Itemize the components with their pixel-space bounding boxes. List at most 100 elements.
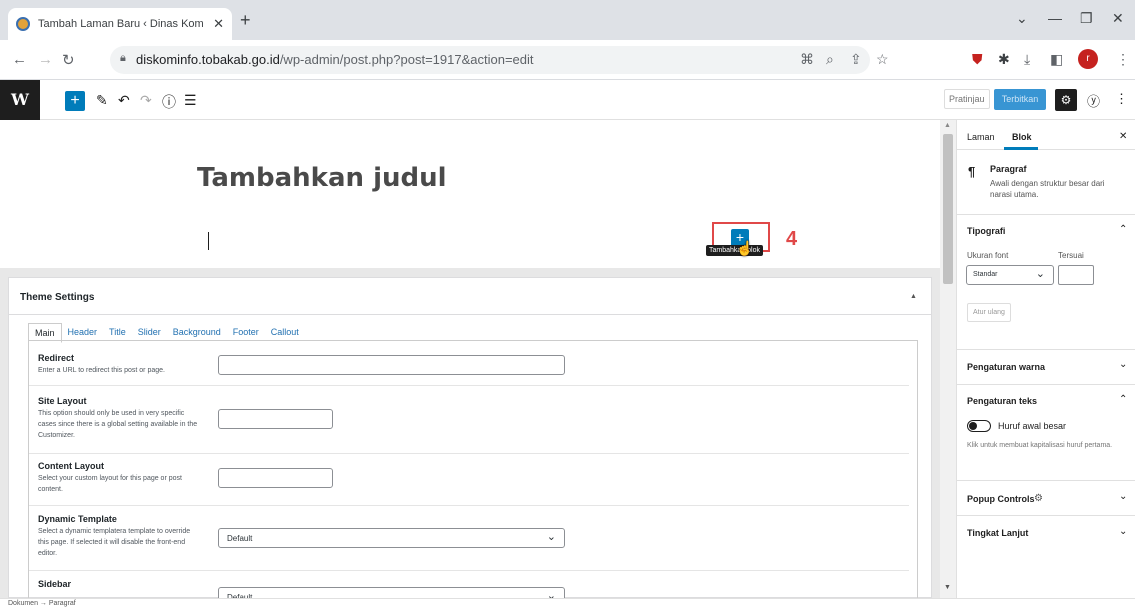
chevron-down-icon[interactable]: ⌄ [1119,526,1127,537]
content-layout-select[interactable] [218,468,333,488]
add-block-tooltip: Tambahkan blok [706,245,763,256]
font-size-select[interactable]: Standar [966,265,1054,285]
redirect-input[interactable] [218,355,565,375]
scroll-up-icon[interactable]: ▲ [944,122,951,129]
settings-gear-icon[interactable]: ⚙ [1055,89,1077,111]
tab-page[interactable]: Laman [967,132,995,142]
content-layout-label: Content Layout [38,461,104,471]
wordpress-logo-icon[interactable]: W [0,80,40,120]
redirect-label: Redirect [38,353,75,363]
bookmark-star-icon[interactable]: ☆ [876,51,889,68]
scrollbar-thumb[interactable] [943,134,953,284]
url-path: /wp-admin/post.php?post=1917&action=edit [279,52,534,67]
details-info-icon[interactable]: ⓘ [162,92,176,112]
setting-row-sidebar: Sidebar Default [29,571,909,598]
site-layout-label: Site Layout [38,396,87,406]
back-icon[interactable]: ← [12,51,27,68]
dynamic-template-select[interactable]: Default [218,528,565,548]
zoom-icon[interactable]: ⌕ [826,51,834,68]
font-size-label: Ukuran font [967,251,1009,260]
close-sidebar-icon[interactable]: ✕ [1119,131,1127,142]
drop-cap-label: Huruf awal besar [998,421,1067,431]
breadcrumb[interactable]: Dokumen → Paragraf [8,600,76,607]
divider [957,515,1135,516]
download-icon[interactable]: ⤓ [1024,51,1030,68]
site-favicon-icon [16,17,30,31]
setting-row-redirect: Redirect Enter a URL to redirect this po… [29,341,909,386]
forward-icon[interactable]: → [38,51,53,68]
tab-block[interactable]: Blok [1012,132,1032,142]
reset-button[interactable]: Atur ulang [967,303,1011,322]
divider [957,349,1135,350]
setting-row-site-layout: Site Layout This option should only be u… [29,386,909,454]
restore-icon[interactable]: ❐ [1080,10,1093,27]
text-settings-heading[interactable]: Pengaturan teks [967,396,1037,406]
undo-icon[interactable]: ↶ [118,92,130,109]
paragraph-icon: ¶ [968,164,976,179]
active-tab-indicator [1004,147,1038,150]
dynamic-template-label: Dynamic Template [38,514,117,524]
advanced-heading[interactable]: Tingkat Lanjut [967,528,1028,538]
redo-icon[interactable]: ↷ [140,92,152,109]
edit-tools-icon[interactable]: ✎ [96,92,108,109]
window-close-icon[interactable]: ✕ [1112,10,1124,27]
gears-icon: ⚙ [1034,493,1043,504]
site-layout-select[interactable] [218,409,333,429]
chevron-down-icon[interactable]: ⌄ [1119,491,1127,502]
url-host: diskominfo.tobakab.go.id [136,52,280,67]
collapse-arrow-icon[interactable]: ▲ [910,293,917,300]
lock-icon[interactable]: 🔒︎ [120,52,126,65]
publish-button[interactable]: Terbitkan [994,89,1046,110]
color-settings-heading[interactable]: Pengaturan warna [967,362,1045,372]
divider [957,384,1135,385]
browser-menu-icon[interactable]: ⋮ [1116,51,1130,68]
redirect-desc: Enter a URL to redirect this post or pag… [38,367,165,374]
setting-row-dynamic-template: Dynamic Template Select a dynamic templa… [29,506,909,571]
text-cursor [208,232,209,250]
extensions-puzzle-icon[interactable]: ✱ [998,51,1010,68]
theme-settings-header[interactable] [8,277,932,315]
divider [957,480,1135,481]
theme-settings-title: Theme Settings [20,292,95,303]
share-icon[interactable]: ⇪ [850,51,862,68]
list-view-icon[interactable]: ☰ [184,92,197,109]
content-layout-desc: Select your custom layout for this page … [38,475,182,493]
popup-controls-heading[interactable]: Popup Controls [967,494,1035,504]
chevron-up-icon[interactable]: ⌃ [1119,394,1127,405]
custom-font-size-input[interactable] [1058,265,1094,285]
step-number: 4 [786,228,798,250]
site-layout-desc: This option should only be used in very … [38,410,198,439]
options-menu-icon[interactable]: ⋮ [1115,91,1128,107]
preview-button[interactable]: Pratinjau [944,89,990,109]
minimize-icon[interactable]: — [1048,10,1062,26]
block-name: Paragraf [990,164,1027,174]
block-description: Awali dengan struktur besar dari narasi … [990,179,1105,199]
scroll-down-icon[interactable]: ▼ [944,584,951,591]
block-breadcrumb-bar [0,598,1135,612]
setting-row-content-layout: Content Layout Select your custom layout… [29,454,909,506]
profile-avatar[interactable]: r [1078,49,1098,69]
divider [957,214,1135,215]
toggle-knob [969,422,977,430]
side-panel-icon[interactable]: ◧ [1050,51,1063,68]
dynamic-template-desc: Select a dynamic templatera template to … [38,528,191,557]
hand-pointer-icon: ☝ [736,240,754,256]
yoast-seo-icon[interactable]: ⓨ [1087,91,1100,110]
translate-icon[interactable]: ⌘ [800,51,814,68]
tab-title: Tambah Laman Baru ‹ Dinas Kom [38,18,204,30]
chevron-down-icon[interactable]: ⌄ [1119,359,1127,370]
typography-heading[interactable]: Tipografi [967,226,1005,236]
reload-icon[interactable]: ↻ [62,51,75,69]
chevron-up-icon[interactable]: ⌃ [1119,224,1127,235]
sidebar-setting-label: Sidebar [38,579,72,589]
browser-tab[interactable]: Tambah Laman Baru ‹ Dinas Kom ✕ [8,8,232,40]
tab-close-icon[interactable]: ✕ [213,16,224,32]
sidebar-setting-select[interactable]: Default [218,587,565,598]
block-inserter-button[interactable]: + [65,91,85,111]
new-tab-button[interactable]: + [240,11,251,29]
url-text: diskominfo.tobakab.go.id/wp-admin/post.p… [136,52,534,67]
drop-cap-help: Klik untuk membuat kapitalisasi huruf pe… [967,442,1113,449]
tab-search-icon[interactable]: ⌄ [1016,10,1028,27]
post-title-placeholder[interactable]: Tambahkan judul [197,163,447,193]
ublock-extension-icon[interactable]: ⛊ [972,51,983,68]
